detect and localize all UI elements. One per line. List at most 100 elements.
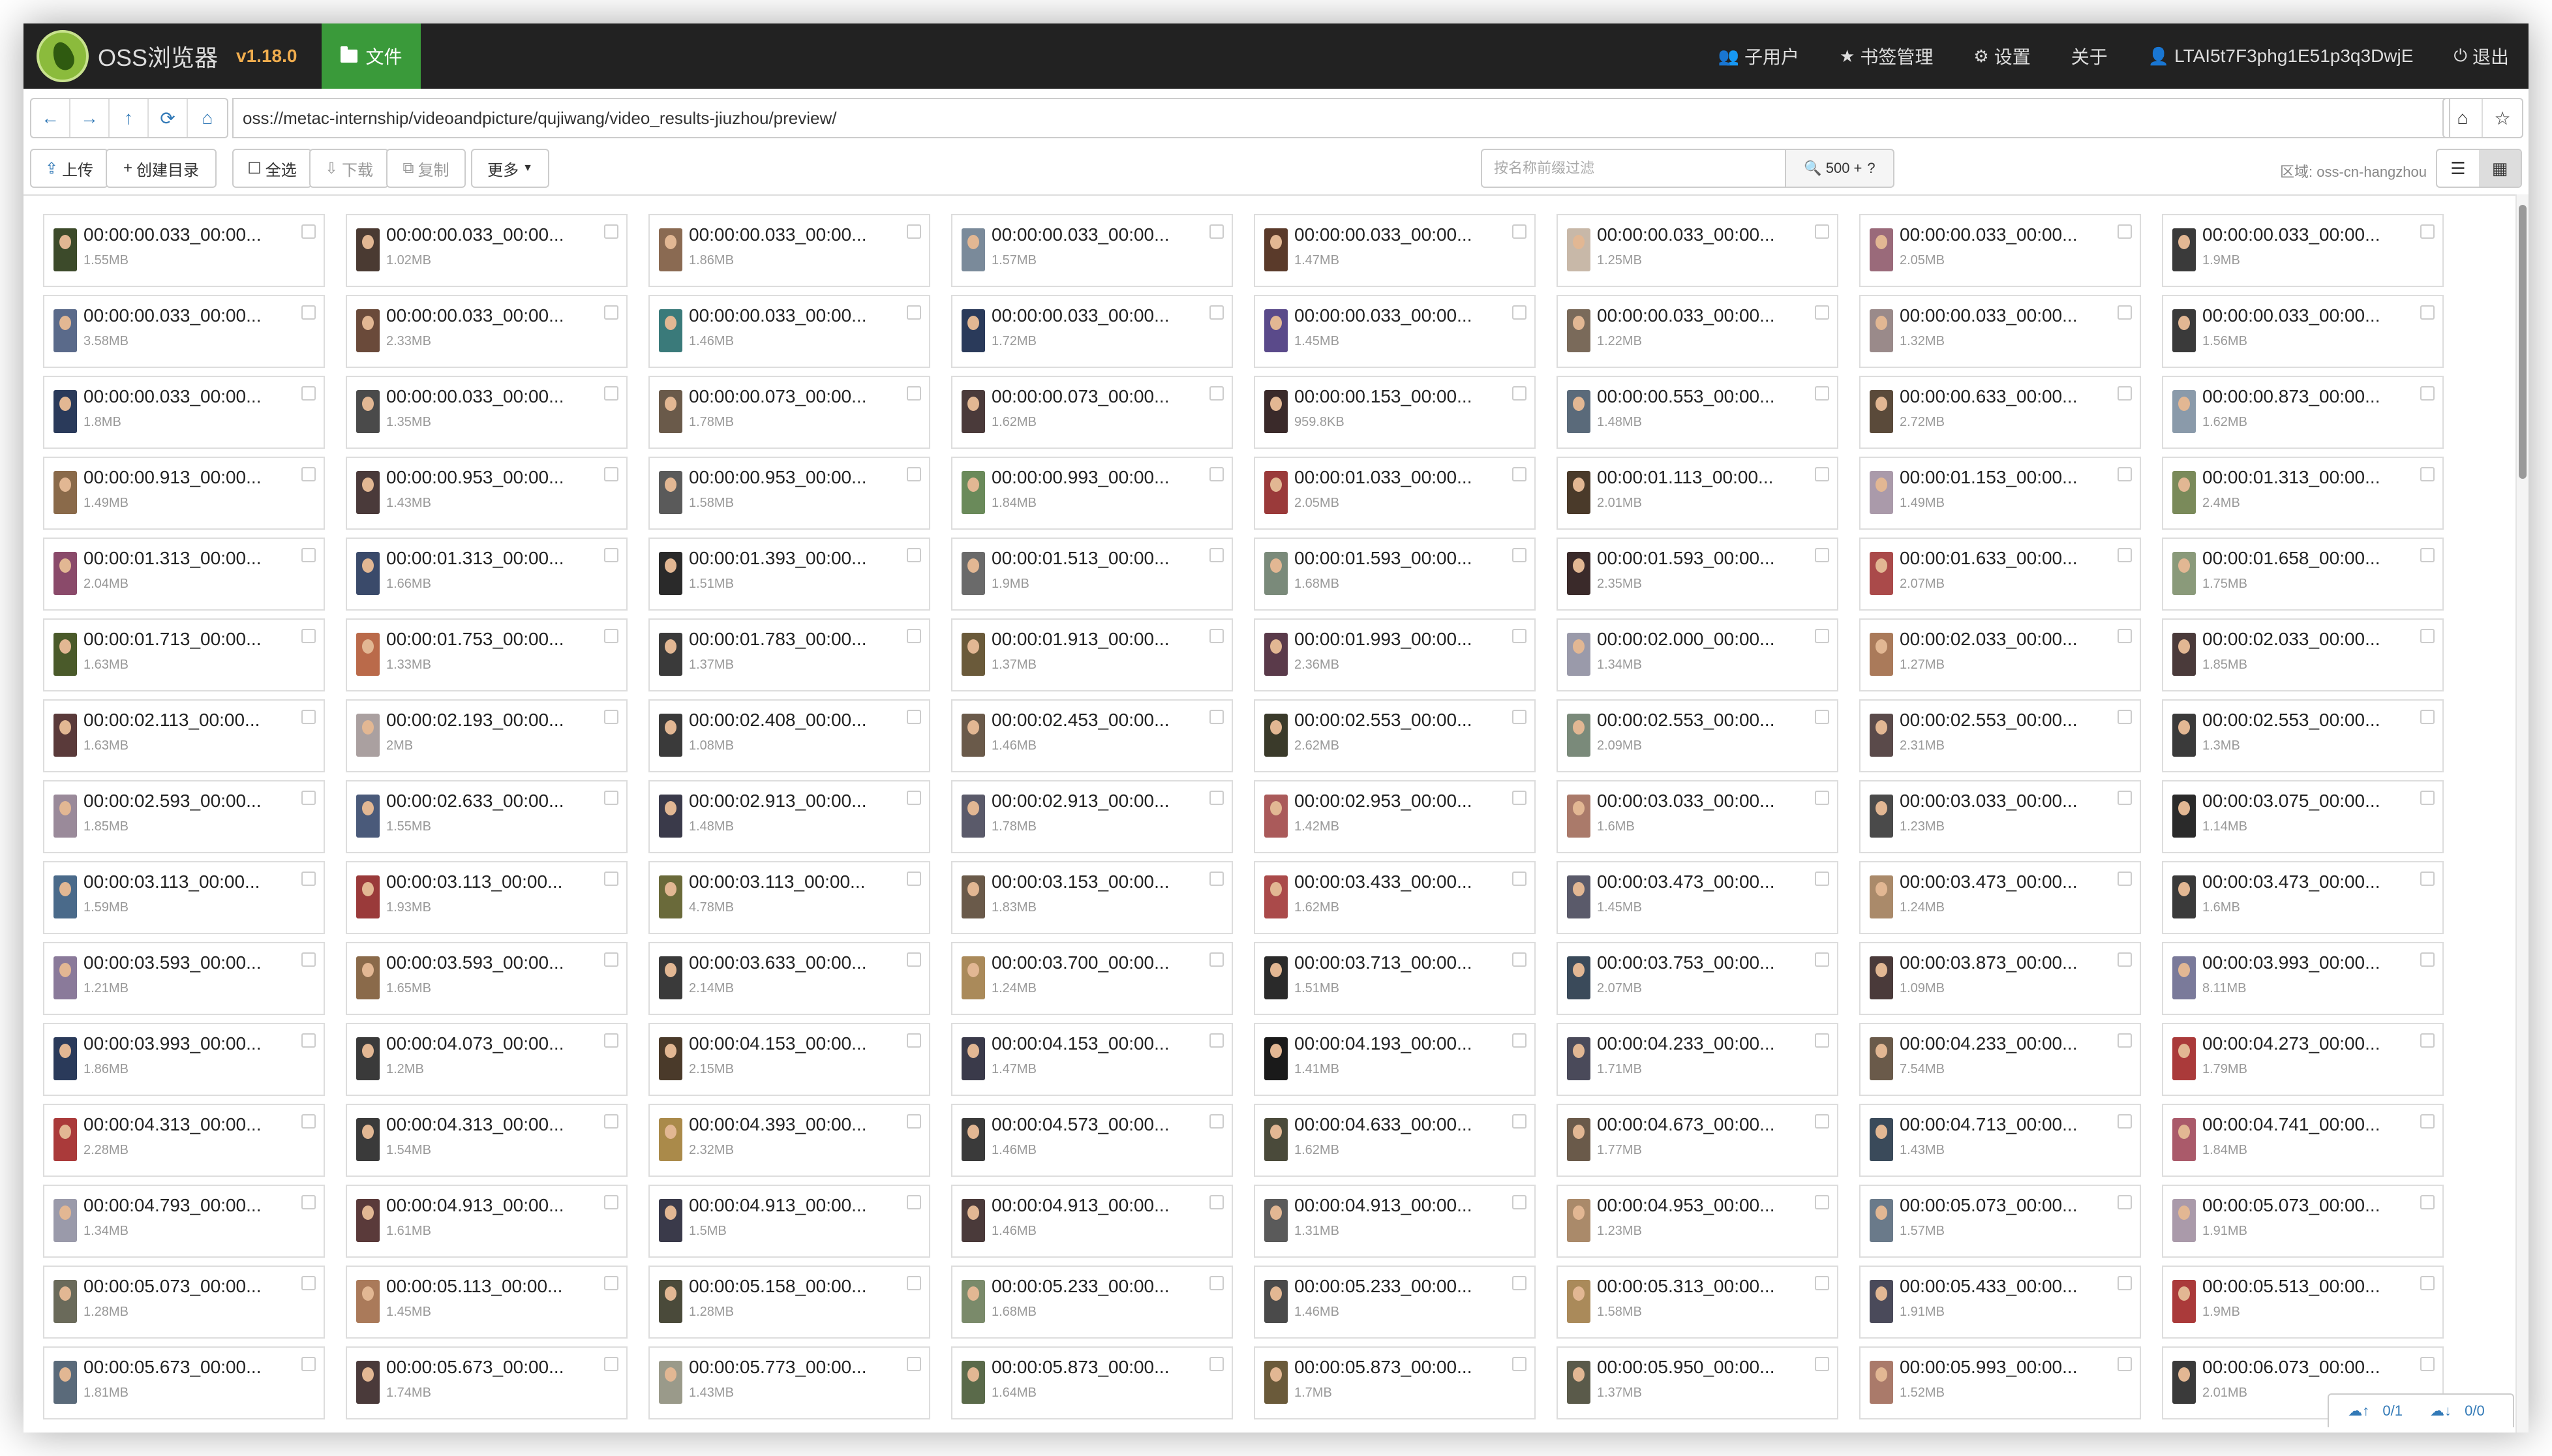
file-card[interactable]: 00:00:03.593_00:00... 1.21MB bbox=[43, 942, 325, 1015]
file-card[interactable]: 00:00:04.313_00:00... 1.54MB bbox=[346, 1104, 628, 1177]
file-thumbnail[interactable] bbox=[356, 875, 380, 918]
file-checkbox[interactable] bbox=[1815, 1276, 1829, 1290]
file-checkbox[interactable] bbox=[2420, 710, 2435, 724]
copy-button[interactable]: ⧉ 复制 bbox=[386, 149, 466, 188]
file-card[interactable]: 00:00:05.673_00:00... 1.74MB bbox=[346, 1346, 628, 1419]
file-card[interactable]: 00:00:00.913_00:00... 1.49MB bbox=[43, 457, 325, 530]
file-name[interactable]: 00:00:01.633_00:00... bbox=[1900, 548, 2077, 569]
file-card[interactable]: 00:00:04.673_00:00... 1.77MB bbox=[1557, 1104, 1838, 1177]
scrollbar-thumb[interactable] bbox=[2519, 205, 2527, 479]
file-checkbox[interactable] bbox=[2420, 305, 2435, 320]
file-thumbnail[interactable] bbox=[1567, 1037, 1590, 1080]
file-name[interactable]: 00:00:02.033_00:00... bbox=[1900, 629, 2077, 650]
file-name[interactable]: 00:00:04.233_00:00... bbox=[1900, 1033, 2077, 1054]
file-name[interactable]: 00:00:03.153_00:00... bbox=[992, 872, 1169, 892]
file-thumbnail[interactable] bbox=[2172, 1280, 2196, 1323]
file-name[interactable]: 00:00:04.393_00:00... bbox=[689, 1114, 866, 1135]
file-thumbnail[interactable] bbox=[2172, 795, 2196, 838]
file-name[interactable]: 00:00:00.033_00:00... bbox=[386, 305, 564, 326]
file-card[interactable]: 00:00:01.113_00:00... 2.01MB bbox=[1557, 457, 1838, 530]
file-checkbox[interactable] bbox=[1815, 305, 1829, 320]
file-name[interactable]: 00:00:01.783_00:00... bbox=[689, 629, 866, 650]
file-name[interactable]: 00:00:04.713_00:00... bbox=[1900, 1114, 2077, 1135]
file-checkbox[interactable] bbox=[1209, 1195, 1224, 1209]
file-card[interactable]: 00:00:03.433_00:00... 1.62MB bbox=[1254, 861, 1536, 934]
file-thumbnail[interactable] bbox=[659, 552, 682, 595]
file-thumbnail[interactable] bbox=[1264, 633, 1288, 676]
file-card[interactable]: 00:00:05.773_00:00... 1.43MB bbox=[648, 1346, 930, 1419]
file-thumbnail[interactable] bbox=[659, 633, 682, 676]
file-thumbnail[interactable] bbox=[53, 714, 77, 757]
file-thumbnail[interactable] bbox=[53, 956, 77, 999]
file-card[interactable]: 00:00:00.033_00:00... 1.57MB bbox=[951, 214, 1233, 287]
file-name[interactable]: 00:00:01.033_00:00... bbox=[1294, 467, 1472, 488]
file-checkbox[interactable] bbox=[604, 1195, 618, 1209]
file-checkbox[interactable] bbox=[2420, 1276, 2435, 1290]
file-checkbox[interactable] bbox=[2420, 1033, 2435, 1048]
file-checkbox[interactable] bbox=[301, 872, 316, 886]
file-name[interactable]: 00:00:02.193_00:00... bbox=[386, 710, 564, 731]
file-name[interactable]: 00:00:04.153_00:00... bbox=[992, 1033, 1169, 1054]
file-checkbox[interactable] bbox=[301, 710, 316, 724]
file-thumbnail[interactable] bbox=[53, 1280, 77, 1323]
file-name[interactable]: 00:00:03.473_00:00... bbox=[2202, 872, 2380, 892]
file-thumbnail[interactable] bbox=[53, 1037, 77, 1080]
file-name[interactable]: 00:00:00.033_00:00... bbox=[1294, 305, 1472, 326]
file-thumbnail[interactable] bbox=[962, 309, 985, 352]
file-card[interactable]: 00:00:00.033_00:00... 1.56MB bbox=[2162, 295, 2444, 368]
file-name[interactable]: 00:00:00.073_00:00... bbox=[689, 386, 866, 407]
file-checkbox[interactable] bbox=[2118, 952, 2132, 967]
file-checkbox[interactable] bbox=[2118, 710, 2132, 724]
file-card[interactable]: 00:00:01.033_00:00... 2.05MB bbox=[1254, 457, 1536, 530]
create-dir-button[interactable]: + 创建目录 bbox=[106, 149, 217, 188]
file-card[interactable]: 00:00:01.153_00:00... 1.49MB bbox=[1859, 457, 2141, 530]
file-card[interactable]: 00:00:04.913_00:00... 1.61MB bbox=[346, 1185, 628, 1258]
file-card[interactable]: 00:00:02.553_00:00... 2.62MB bbox=[1254, 699, 1536, 772]
file-thumbnail[interactable] bbox=[962, 1361, 985, 1404]
file-checkbox[interactable] bbox=[1209, 305, 1224, 320]
file-card[interactable]: 00:00:03.993_00:00... 8.11MB bbox=[2162, 942, 2444, 1015]
file-card[interactable]: 00:00:00.033_00:00... 1.02MB bbox=[346, 214, 628, 287]
file-thumbnail[interactable] bbox=[1567, 1280, 1590, 1323]
file-thumbnail[interactable] bbox=[53, 471, 77, 514]
file-name[interactable]: 00:00:04.073_00:00... bbox=[386, 1033, 564, 1054]
file-card[interactable]: 00:00:01.313_00:00... 2.4MB bbox=[2162, 457, 2444, 530]
file-name[interactable]: 00:00:01.393_00:00... bbox=[689, 548, 866, 569]
file-checkbox[interactable] bbox=[604, 1276, 618, 1290]
file-name[interactable]: 00:00:00.033_00:00... bbox=[84, 224, 261, 245]
file-checkbox[interactable] bbox=[907, 710, 921, 724]
file-name[interactable]: 00:00:05.873_00:00... bbox=[1294, 1357, 1472, 1378]
file-card[interactable]: 00:00:00.073_00:00... 1.78MB bbox=[648, 376, 930, 449]
file-card[interactable]: 00:00:04.633_00:00... 1.62MB bbox=[1254, 1104, 1536, 1177]
file-thumbnail[interactable] bbox=[962, 552, 985, 595]
file-checkbox[interactable] bbox=[1815, 872, 1829, 886]
file-name[interactable]: 00:00:02.913_00:00... bbox=[689, 791, 866, 811]
file-card[interactable]: 00:00:01.913_00:00... 1.37MB bbox=[951, 618, 1233, 691]
file-card[interactable]: 00:00:05.233_00:00... 1.68MB bbox=[951, 1266, 1233, 1339]
file-checkbox[interactable] bbox=[1512, 791, 1527, 805]
file-checkbox[interactable] bbox=[301, 1114, 316, 1129]
file-name[interactable]: 00:00:03.713_00:00... bbox=[1294, 952, 1472, 973]
file-card[interactable]: 00:00:04.153_00:00... 2.15MB bbox=[648, 1023, 930, 1096]
file-name[interactable]: 00:00:00.913_00:00... bbox=[84, 467, 261, 488]
file-name[interactable]: 00:00:05.073_00:00... bbox=[2202, 1195, 2380, 1216]
file-name[interactable]: 00:00:01.753_00:00... bbox=[386, 629, 564, 650]
file-thumbnail[interactable] bbox=[962, 714, 985, 757]
file-card[interactable]: 00:00:04.913_00:00... 1.46MB bbox=[951, 1185, 1233, 1258]
file-name[interactable]: 00:00:04.313_00:00... bbox=[84, 1114, 261, 1135]
file-checkbox[interactable] bbox=[1512, 952, 1527, 967]
more-button[interactable]: 更多 ▼ bbox=[471, 149, 549, 188]
file-card[interactable]: 00:00:04.913_00:00... 1.5MB bbox=[648, 1185, 930, 1258]
file-name[interactable]: 00:00:00.633_00:00... bbox=[1900, 386, 2077, 407]
file-thumbnail[interactable] bbox=[2172, 1037, 2196, 1080]
file-checkbox[interactable] bbox=[301, 305, 316, 320]
file-card[interactable]: 00:00:05.993_00:00... 1.52MB bbox=[1859, 1346, 2141, 1419]
file-name[interactable]: 00:00:03.433_00:00... bbox=[1294, 872, 1472, 892]
file-name[interactable]: 00:00:00.033_00:00... bbox=[386, 386, 564, 407]
vertical-scrollbar[interactable] bbox=[2515, 194, 2529, 1433]
address-input[interactable]: oss://metac-internship/videoandpicture/q… bbox=[232, 98, 2450, 138]
bookmark-button[interactable]: ☆ bbox=[2483, 99, 2522, 137]
file-thumbnail[interactable] bbox=[1567, 309, 1590, 352]
file-card[interactable]: 00:00:05.113_00:00... 1.45MB bbox=[346, 1266, 628, 1339]
file-name[interactable]: 00:00:00.153_00:00... bbox=[1294, 386, 1472, 407]
